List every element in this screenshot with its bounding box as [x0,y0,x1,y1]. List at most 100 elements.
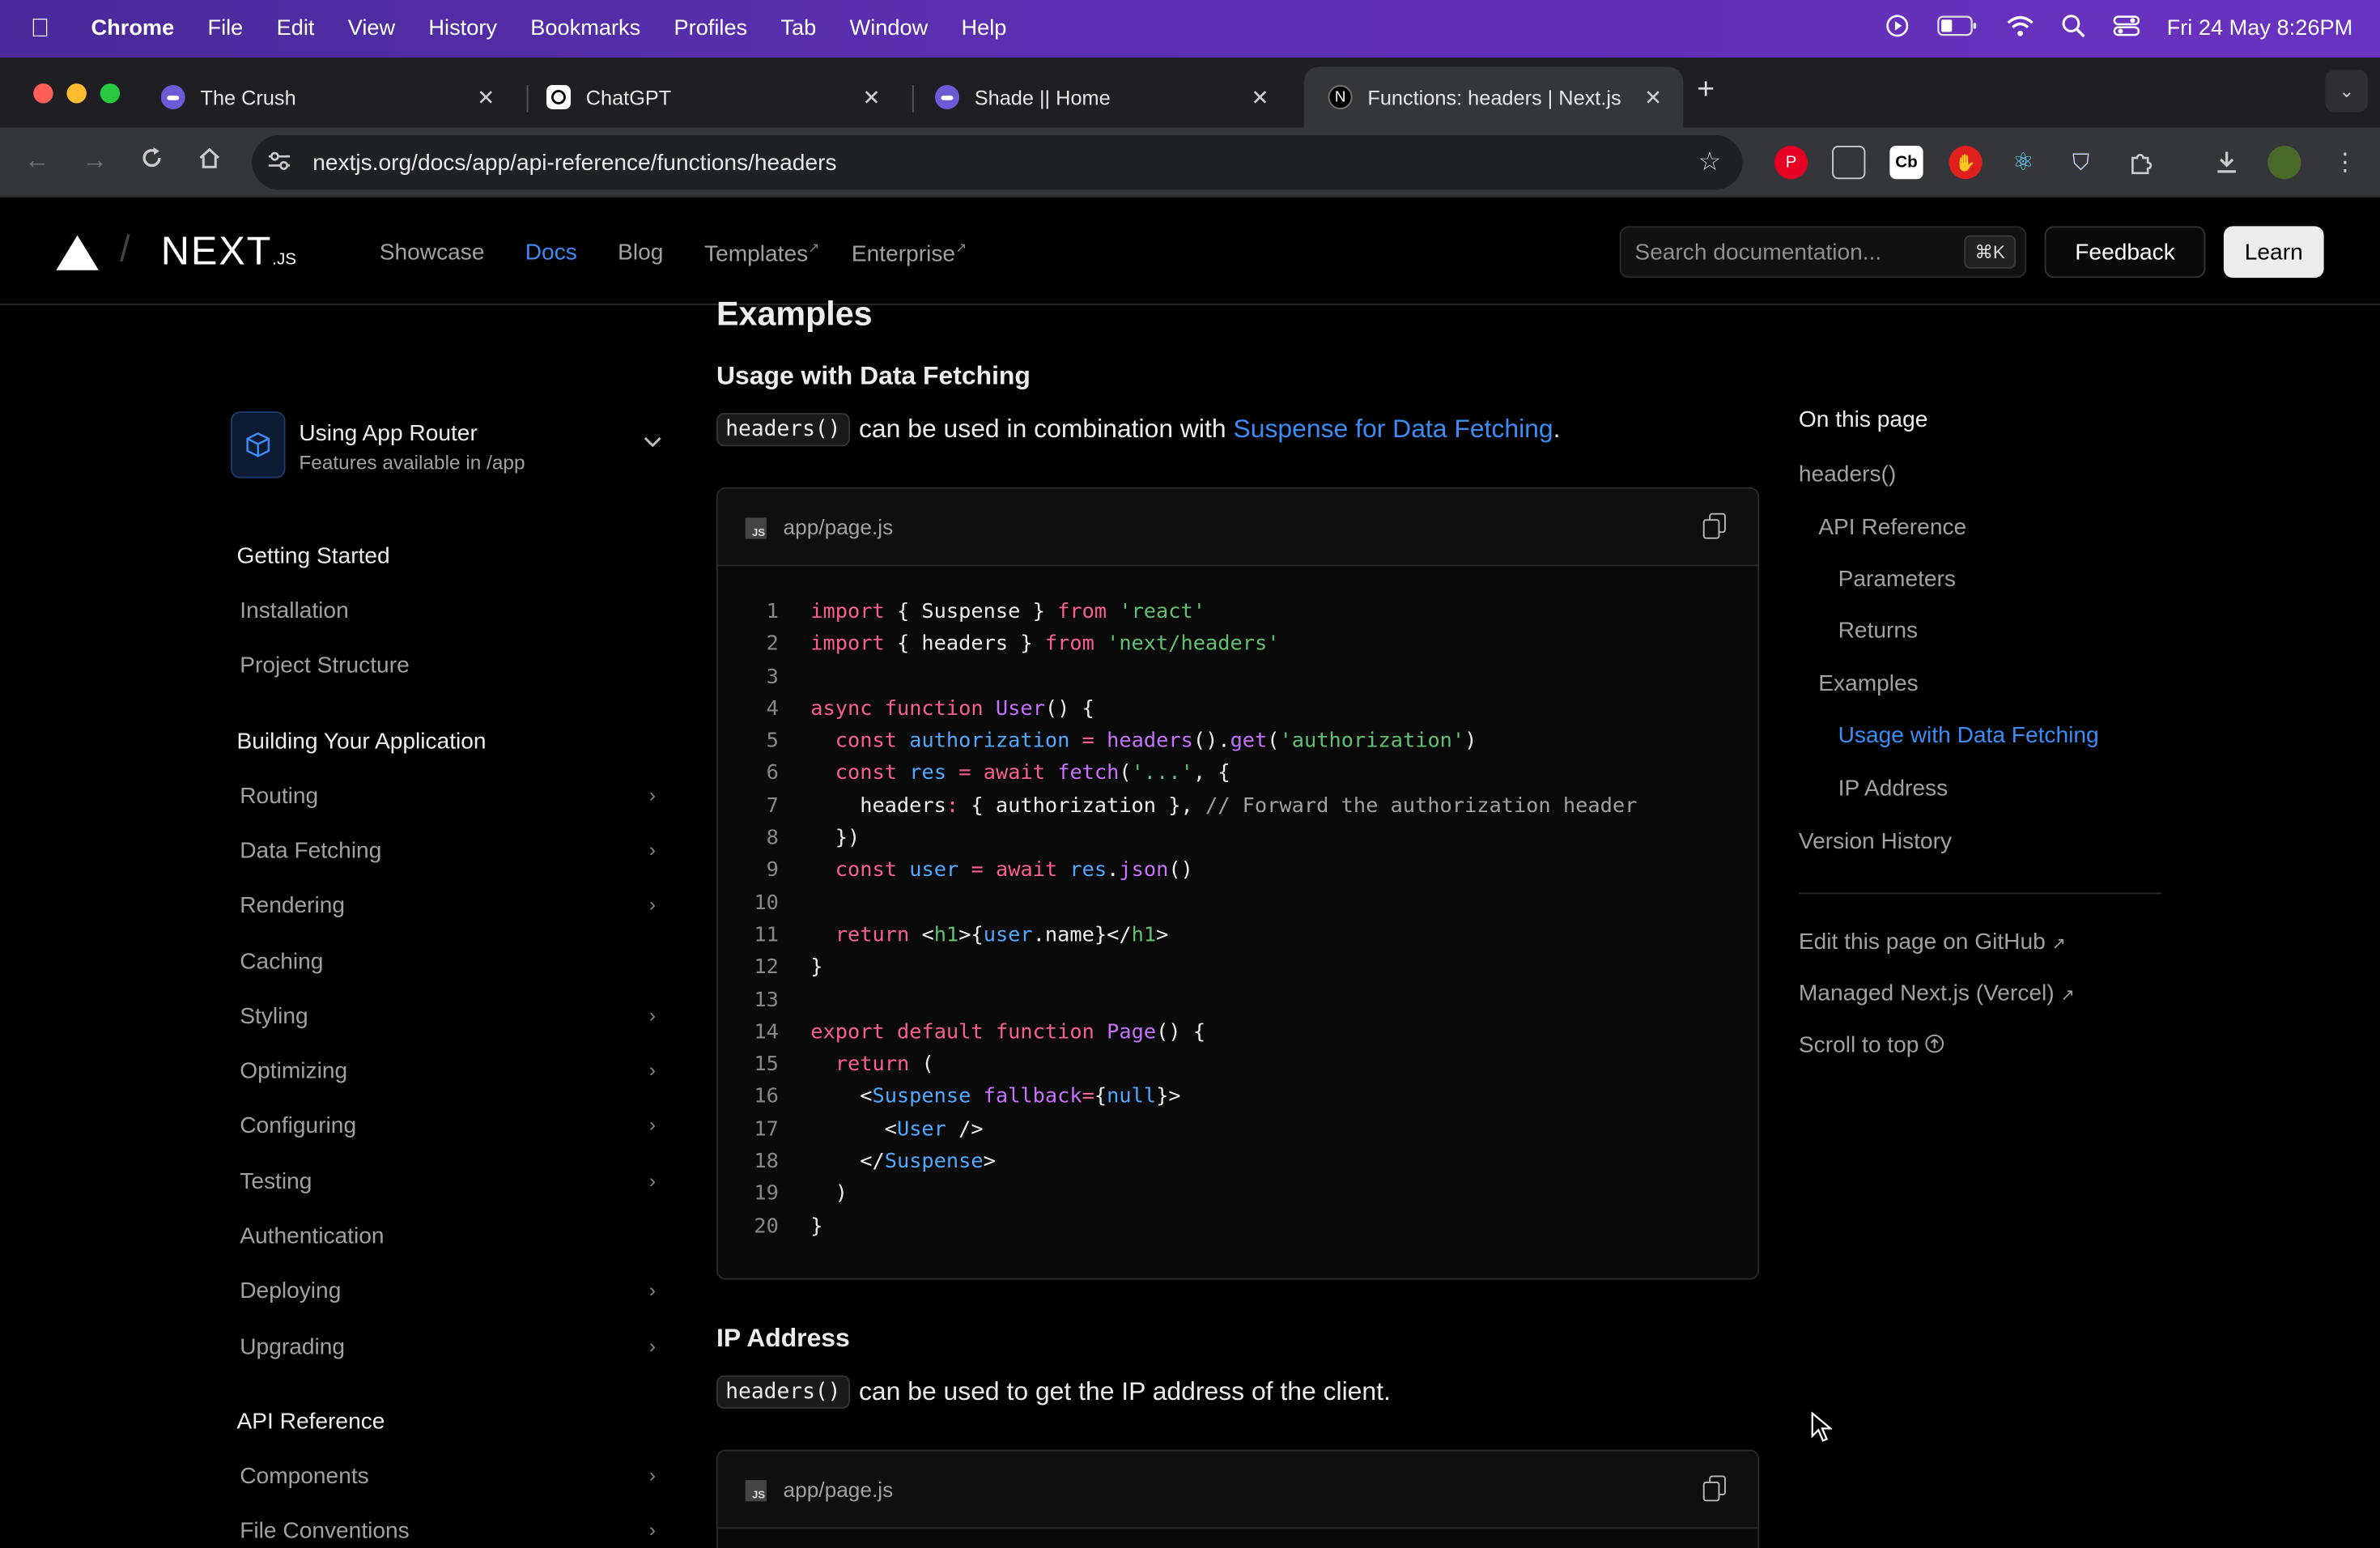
tab-shade-home[interactable]: Shade || Home ✕ [911,67,1290,128]
sidebar-item-configuring[interactable]: Configuring › [240,1112,661,1138]
ip-address-heading[interactable]: IP Address [716,1324,850,1354]
menu-clock[interactable]: Fri 24 May 8:26PM [2167,17,2353,41]
toc-item-api-reference[interactable]: API Reference [1818,515,1966,541]
window-extension-icon[interactable] [1832,146,1866,180]
chrome-menu-icon[interactable]: ⋮ [2328,146,2361,179]
sidebar-item-routing[interactable]: Routing › [240,784,661,810]
pinterest-extension-icon[interactable]: P [1774,146,1808,180]
sidebar-item-file-conventions[interactable]: File Conventions › [240,1518,661,1544]
sidebar-item-components[interactable]: Components › [240,1464,661,1490]
url-text[interactable]: nextjs.org/docs/app/api-reference/functi… [312,150,836,176]
code-token: = [1082,1084,1094,1109]
close-window-button[interactable] [33,83,53,104]
home-icon[interactable] [198,146,222,177]
sidebar-item-styling[interactable]: Styling › [240,1003,661,1029]
sidebar-item-upgrading[interactable]: Upgrading › [240,1334,661,1360]
suspense-link[interactable]: Suspense for Data Fetching [1233,415,1553,445]
sidebar-item-data-fetching[interactable]: Data Fetching › [240,838,661,864]
profile-avatar[interactable] [2267,146,2301,180]
react-devtools-icon[interactable]: ⚛ [2007,146,2040,179]
code-token: headers [810,793,946,819]
copy-icon[interactable] [1702,512,1728,541]
sidebar-item-project-structure[interactable]: Project Structure [240,653,661,678]
toc-item-usage-data-fetching[interactable]: Usage with Data Fetching [1838,723,2099,749]
usage-heading[interactable]: Usage with Data Fetching [716,361,1031,392]
sidebar-item-optimizing[interactable]: Optimizing › [240,1058,661,1084]
menu-edit[interactable]: Edit [277,17,315,41]
tab-the-crush[interactable]: The Crush ✕ [137,67,516,128]
sidebar-item-deploying[interactable]: Deploying › [240,1278,661,1304]
search-input[interactable]: Search documentation... ⌘K [1619,226,2027,279]
sidebar-item-rendering[interactable]: Rendering › [240,893,661,919]
toc-item-ip-address[interactable]: IP Address [1838,776,1949,802]
tab-close-icon[interactable]: ✕ [477,84,495,110]
chevron-right-icon: › [648,1278,656,1301]
extensions-puzzle-icon[interactable] [2123,146,2157,179]
new-tab-plus-icon[interactable]: + [1697,73,1715,108]
cb-extension-icon[interactable]: Cb [1889,146,1923,180]
back-arrow-icon[interactable]: ← [24,146,50,176]
menu-view[interactable]: View [348,17,395,41]
router-switcher[interactable]: Using App Router Features available in /… [231,411,671,478]
menu-window[interactable]: Window [850,17,929,41]
menu-file[interactable]: File [207,17,243,41]
toc-item-parameters[interactable]: Parameters [1838,566,1956,592]
battery-icon[interactable] [1936,15,1979,43]
sidebar-heading-building[interactable]: Building Your Application [237,729,487,755]
learn-button[interactable]: Learn [2223,226,2324,279]
scroll-to-top-button[interactable]: Scroll to top [1799,1032,1945,1058]
copy-icon[interactable] [1702,1475,1728,1503]
tab-nextjs-headers[interactable]: N Functions: headers | Next.js ✕ [1303,66,1684,128]
line-number: 7 [766,793,779,819]
hand-extension-icon[interactable]: ✋ [1949,146,1983,180]
code-token: Suspense [872,1084,971,1109]
apple-icon[interactable]:  [31,14,62,45]
zoom-window-button[interactable] [100,83,121,104]
sidebar-item-caching[interactable]: Caching [240,949,661,975]
tab-search-chevron-icon[interactable]: ⌄ [2325,70,2368,113]
sidebar-heading-getting-started[interactable]: Getting Started [237,543,390,569]
wifi-icon[interactable] [2006,15,2034,43]
tab-close-icon[interactable]: ✕ [862,84,880,110]
nav-blog[interactable]: Blog [618,240,663,266]
edit-on-github-link[interactable]: Edit this page on GitHub ↗ [1799,929,2066,955]
menu-app-name[interactable]: Chrome [91,17,175,41]
spotlight-search-icon[interactable] [2060,14,2085,45]
code-token: /> [946,1116,984,1142]
menu-history[interactable]: History [428,17,497,41]
tab-close-icon[interactable]: ✕ [1251,84,1269,110]
managed-nextjs-link[interactable]: Managed Next.js (Vercel) ↗ [1799,980,2075,1006]
code-line: 4 async function User() { [718,696,1757,729]
vercel-logo-icon[interactable] [56,235,99,270]
shield-extension-icon[interactable]: ⛉ [2064,146,2097,179]
sidebar-item-testing[interactable]: Testing › [240,1169,661,1195]
toc-item-version-history[interactable]: Version History [1799,829,1952,855]
menu-help[interactable]: Help [961,17,1006,41]
feedback-button[interactable]: Feedback [2044,226,2206,279]
toc-item-examples[interactable]: Examples [1818,671,1918,697]
toc-item-headers[interactable]: headers() [1799,461,1896,487]
sidebar-item-authentication[interactable]: Authentication [240,1223,661,1249]
menu-profiles[interactable]: Profiles [674,17,748,41]
media-play-icon[interactable] [1885,14,1909,45]
nav-showcase[interactable]: Showcase [380,240,485,266]
menu-tab[interactable]: Tab [780,17,816,41]
address-bar[interactable]: nextjs.org/docs/app/api-reference/functi… [252,134,1743,190]
nextjs-logo[interactable]: NEXT.JS [161,228,296,274]
forward-arrow-icon[interactable]: → [82,146,108,176]
toc-item-returns[interactable]: Returns [1838,618,1918,644]
site-info-icon[interactable] [267,150,298,176]
tab-chatgpt[interactable]: ChatGPT ✕ [522,67,902,128]
menu-bookmarks[interactable]: Bookmarks [530,17,640,41]
nav-templates[interactable]: Templates↗ [704,240,819,267]
reload-icon[interactable] [140,146,164,177]
minimize-window-button[interactable] [66,83,87,104]
control-center-icon[interactable] [2112,15,2140,43]
sidebar-item-installation[interactable]: Installation [240,598,661,624]
nav-docs[interactable]: Docs [525,240,577,266]
tab-close-icon[interactable]: ✕ [1644,84,1662,110]
sidebar-heading-api-reference[interactable]: API Reference [237,1409,385,1435]
nav-enterprise[interactable]: Enterprise↗ [852,240,967,267]
bookmark-star-icon[interactable]: ☆ [1698,147,1722,178]
downloads-icon[interactable] [2210,146,2243,179]
